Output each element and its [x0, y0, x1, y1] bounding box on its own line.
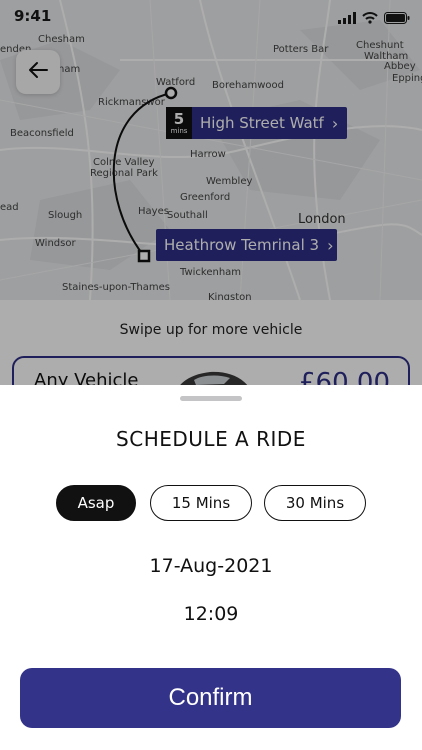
- status-bar: 9:41: [0, 0, 422, 32]
- ride-time[interactable]: 12:09: [0, 603, 422, 625]
- modal-backdrop[interactable]: [0, 0, 422, 385]
- ride-date[interactable]: 17-Aug-2021: [0, 555, 422, 577]
- option-15-mins[interactable]: 15 Mins: [150, 485, 252, 521]
- sheet-title: SCHEDULE A RIDE: [116, 427, 306, 451]
- option-30-mins[interactable]: 30 Mins: [264, 485, 366, 521]
- status-time: 9:41: [14, 7, 52, 25]
- battery-icon: [384, 9, 410, 28]
- sheet-drag-handle[interactable]: [180, 396, 242, 401]
- wifi-icon: [362, 9, 378, 28]
- option-asap[interactable]: Asap: [56, 485, 136, 521]
- schedule-sheet: SCHEDULE A RIDE Asap 15 Mins 30 Mins 17-…: [0, 385, 422, 750]
- confirm-button[interactable]: Confirm: [20, 668, 401, 728]
- cellular-signal-icon: [338, 9, 356, 28]
